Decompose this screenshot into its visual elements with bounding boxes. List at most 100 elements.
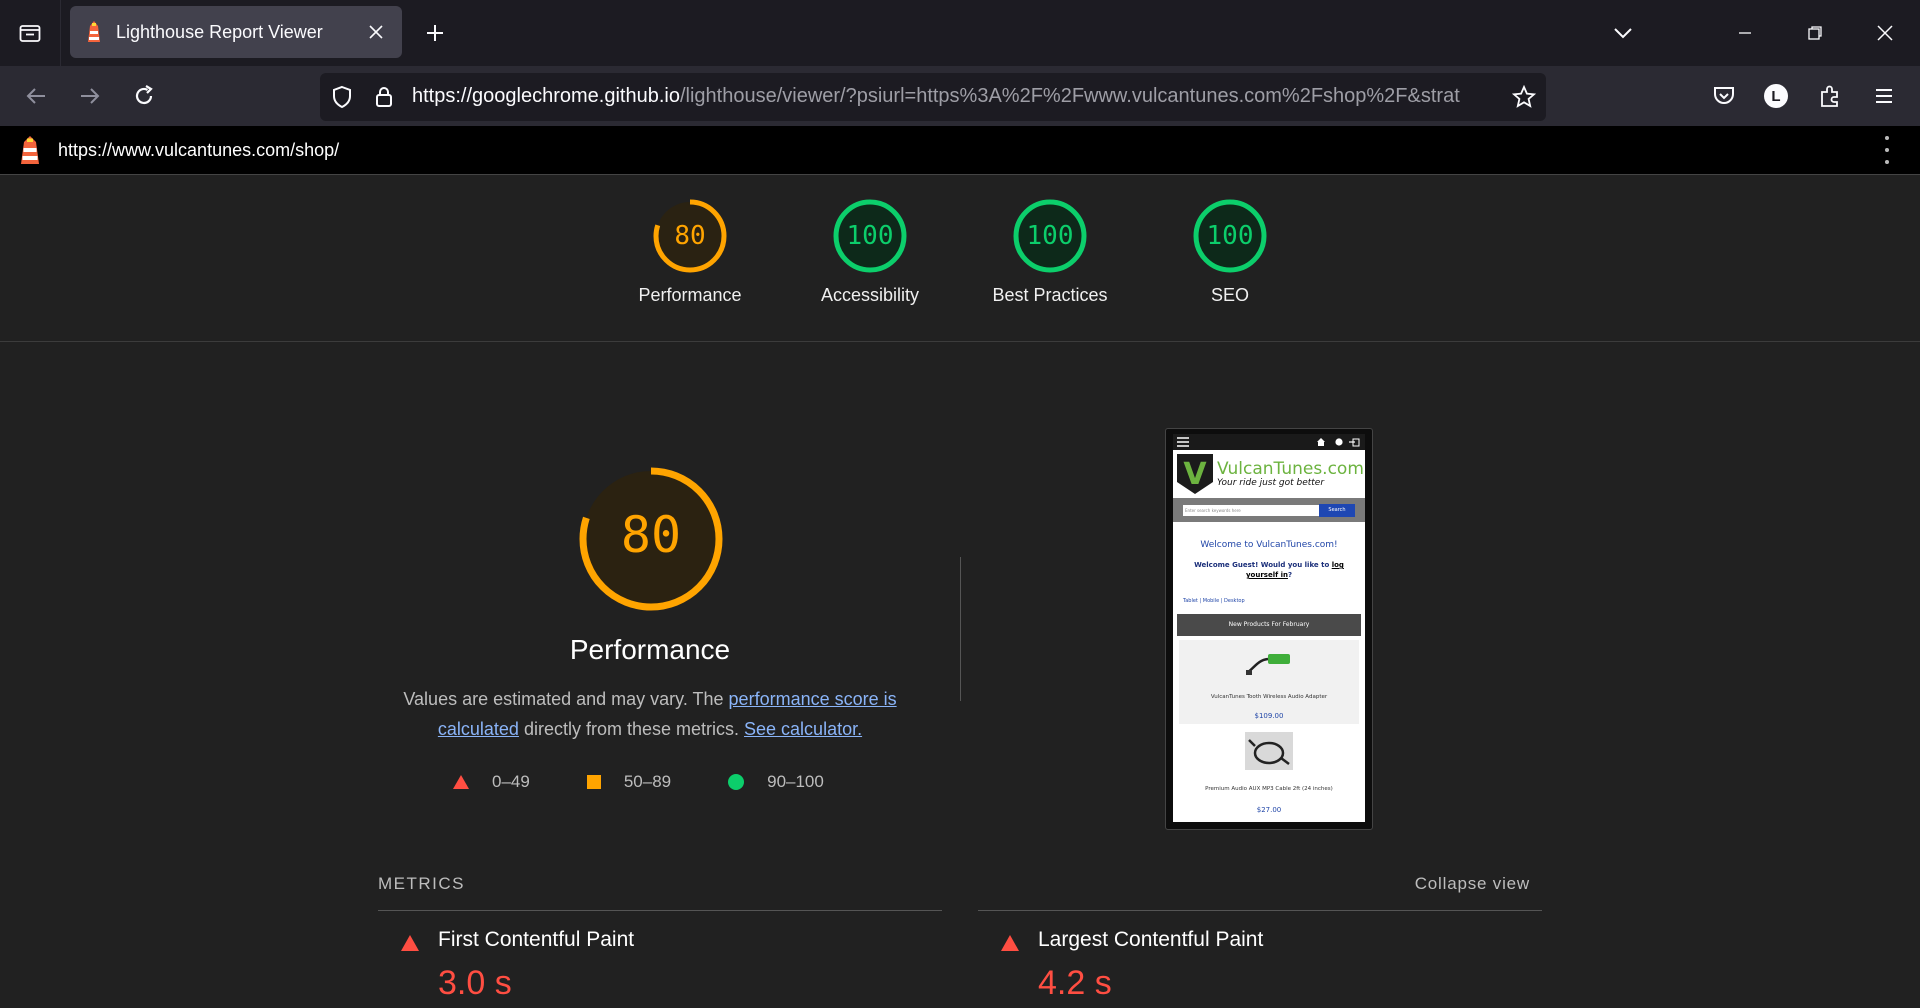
shield-icon[interactable] [330,85,354,109]
score-value: 100 [1026,221,1074,251]
firefox-view-button[interactable] [0,0,61,66]
app-menu-button[interactable] [1864,76,1904,116]
forward-button[interactable] [70,76,110,116]
account-button[interactable]: L [1756,76,1796,116]
lighthouse-topbar: https://www.vulcantunes.com/shop/ [0,126,1920,175]
metric-value: 3.0 s [438,964,512,1002]
metric-name: Largest Contentful Paint [1038,928,1264,951]
bookmark-star-icon[interactable] [1512,85,1536,109]
url-bar[interactable]: https://googlechrome.github.io/lighthous… [320,73,1546,121]
ss-search-input: Enter search keywords here [1183,504,1319,516]
ss-new-products: New Products For February [1177,614,1361,636]
vulcantunes-logo-icon: V [1177,454,1213,494]
close-window-button[interactable] [1850,0,1920,66]
new-tab-button[interactable] [418,16,452,50]
pocket-icon [1714,87,1734,104]
desc-text: directly from these metrics. [518,719,745,739]
score-label: Accessibility [820,285,920,305]
performance-gauge: 80 [578,466,724,612]
gauge-ring: 100 [1013,199,1087,273]
see-calculator-link[interactable]: See calculator. [744,719,862,739]
audio-adapter-image-icon [1246,654,1290,675]
window-controls [1710,0,1920,66]
pocket-button[interactable] [1704,76,1744,116]
legend-fail: 0–49 [452,772,530,792]
score-gauge-performance[interactable]: 80 Performance [615,199,765,306]
metrics-divider [378,910,942,911]
tab-lighthouse-report[interactable]: Lighthouse Report Viewer [70,6,402,58]
url-text[interactable]: https://googlechrome.github.io/lighthous… [412,85,1492,108]
ss-search-button: Search [1319,503,1355,517]
report-url: https://www.vulcantunes.com/shop/ [58,139,340,160]
url-host: https://googlechrome.github.io [412,85,680,107]
score-label: Performance [638,285,742,305]
url-path: /lighthouse/viewer/?psiurl=https%3A%2F%2… [679,85,1460,107]
ss-guest-end: ? [1287,571,1293,579]
vertical-divider [960,557,961,701]
final-screenshot[interactable]: V VulcanTunes.com Your ride just got bet… [1165,428,1373,830]
reload-icon [135,85,153,105]
performance-score: 80 [620,506,682,564]
hamburger-menu-icon [1177,437,1189,447]
restore-icon [1808,26,1822,40]
score-value: 80 [674,221,706,251]
performance-title: Performance [569,634,731,665]
tab-close-icon[interactable] [358,14,394,50]
list-all-tabs-button[interactable] [1604,14,1642,52]
ss-tagline: Your ride just got better [1217,478,1325,488]
triangle-icon [453,775,469,789]
score-gauge-best-practices[interactable]: 100 Best Practices [975,199,1125,306]
plus-icon [427,25,443,41]
ss-links: Tablet | Mobile | Desktop [1183,598,1245,604]
firefox-view-icon [19,25,41,42]
ss-product-1: VulcanTunes Tooth Wireless Audio Adapter… [1179,640,1359,724]
lock-icon[interactable] [372,85,396,109]
desc-text: Values are estimated and may vary. The [403,689,729,709]
circle-icon [728,774,745,790]
score-gauge-accessibility[interactable]: 100 Accessibility [795,199,945,306]
gauge-ring: 100 [1193,199,1267,273]
metrics-divider [978,910,1542,911]
ss-product-2-name: Premium Audio AUX MP3 Cable 2ft (24 inch… [1205,786,1333,792]
score-label: SEO [1210,285,1249,305]
metric-value: 4.2 s [1038,964,1112,1002]
gauge-ring: 100 [833,199,907,273]
puzzle-icon [1821,85,1838,107]
collapse-view-button[interactable]: Collapse view [1415,874,1530,894]
metric-name: First Contentful Paint [438,928,635,951]
ss-search: Enter search keywords here Search [1173,498,1365,522]
ss-product-2: Premium Audio AUX MP3 Cable 2ft (24 inch… [1179,726,1359,816]
back-button[interactable] [16,76,56,116]
ss-guest: Welcome Guest! Would you like to log you… [1185,560,1353,580]
ss-brand: V VulcanTunes.com Your ride just got bet… [1173,450,1365,498]
report-tools-menu[interactable] [1882,136,1892,164]
fail-triangle-icon [1001,935,1019,951]
tab-strip: Lighthouse Report Viewer [0,0,1920,66]
close-icon [1877,25,1893,41]
avatar: L [1764,84,1788,108]
tab-title: Lighthouse Report Viewer [116,21,323,42]
metrics-title: METRICS [378,874,465,893]
minimize-button[interactable] [1710,0,1780,66]
aux-cable-image-icon [1245,732,1293,770]
legend-range: 0–49 [492,772,530,791]
fail-triangle-icon [401,935,419,951]
score-scale-legend: 0–49 50–89 90–100 [452,772,880,792]
score-gauge-seo[interactable]: 100 SEO [1155,199,1305,306]
chevron-down-icon [1614,28,1632,39]
home-cart-login-icons [1317,438,1360,447]
extensions-button[interactable] [1810,76,1850,116]
minimize-icon [1739,32,1751,34]
score-label: Best Practices [992,285,1108,305]
ss-product-1-name: VulcanTunes Tooth Wireless Audio Adapter [1210,694,1328,700]
arrow-left-icon [26,88,45,104]
ss-guest-text: Welcome Guest! Would you like to [1194,561,1332,569]
legend-range: 50–89 [623,772,672,791]
square-icon [586,775,601,789]
legend-average: 50–89 [586,772,671,792]
lighthouse-logo-icon [21,136,39,164]
navigation-toolbar: https://googlechrome.github.io/lighthous… [0,66,1920,126]
reload-button[interactable] [124,76,164,116]
scores-header: 80 Performance 100 Accessibility 100 Bes… [0,175,1920,342]
restore-button[interactable] [1780,0,1850,66]
